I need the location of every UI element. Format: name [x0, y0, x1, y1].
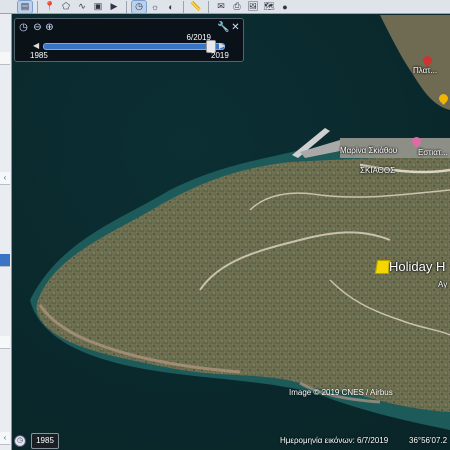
ruler-icon[interactable]: 📏 — [189, 1, 203, 13]
imagery-credit: Image © 2019 CNES / Airbus — [289, 388, 393, 397]
hotel-label[interactable]: Holiday H — [389, 259, 445, 274]
start-year: 1985 — [30, 51, 48, 60]
close-icon[interactable]: ✕ — [230, 22, 241, 33]
toolbar-separator — [183, 0, 184, 13]
settings-wrench-icon[interactable]: 🔧 — [217, 22, 229, 33]
placemark-icon[interactable]: 📍 — [43, 1, 57, 13]
sidebar-tab[interactable] — [0, 52, 10, 65]
previous-arrow-icon[interactable]: ◀ — [33, 41, 39, 50]
harbor-label[interactable]: ΣΚΙΑΘΟΣ — [360, 166, 395, 175]
sunlight-icon[interactable]: ☼ — [148, 1, 162, 13]
clock-icon[interactable]: ◷ — [18, 22, 29, 33]
marina-label[interactable]: Μαρίνα Σκιάθου — [340, 146, 397, 155]
toolbar-separator — [37, 0, 38, 13]
sidebar-toggle-icon[interactable]: ▤ — [17, 0, 33, 14]
imagery-date: Ημερομηνία εικόνων: 6/7/2019 — [280, 436, 389, 445]
poi-label[interactable]: Πλατ... — [413, 66, 437, 75]
restaurant-label[interactable]: Εστιατ... — [418, 148, 448, 157]
print-icon[interactable]: ⎙ — [230, 1, 244, 13]
zoom-out-icon[interactable]: ⊖ — [32, 22, 43, 33]
historical-imagery-icon[interactable]: ◷ — [131, 0, 147, 14]
sidebar-tab[interactable]: ‹ — [0, 432, 10, 445]
sidebar-expand-icon[interactable]: ‹ — [0, 172, 10, 185]
save-image-icon[interactable]: 🖼 — [246, 1, 260, 13]
end-year: 2019 — [211, 51, 229, 60]
sidebar-panel[interactable]: ‹ ‹ — [0, 14, 12, 450]
planets-icon[interactable]: ◐ — [164, 1, 178, 13]
path-icon[interactable]: ∿ — [75, 1, 89, 13]
image-overlay-icon[interactable]: ▣ — [91, 1, 105, 13]
sidebar-tab[interactable] — [0, 336, 10, 349]
sidebar-selected-item[interactable] — [0, 254, 10, 267]
toolbar-separator — [126, 0, 127, 13]
zoom-in-icon[interactable]: ⊕ — [44, 22, 55, 33]
satellite-map[interactable] — [12, 15, 450, 450]
toolbar-separator — [208, 0, 209, 13]
hotel-sublabel: Αγ — [438, 280, 448, 289]
slider-track[interactable] — [43, 43, 225, 50]
earth-icon[interactable]: ● — [278, 1, 292, 13]
tour-icon[interactable]: ▶ — [107, 1, 121, 13]
polygon-icon[interactable]: ⬠ — [59, 1, 73, 13]
year-button[interactable]: 1985 — [31, 433, 59, 449]
email-icon[interactable]: ✉ — [214, 1, 228, 13]
view-in-maps-icon[interactable]: 🗺 — [262, 1, 276, 13]
historical-imagery-slider: ◷ ⊖ ⊕ 🔧 ✕ 6/2019 ◀ ▶ 1985 2019 — [14, 18, 244, 62]
coordinates-readout: 36°56'07.2 — [409, 436, 448, 445]
historical-clock-icon[interactable]: ◷ — [14, 435, 26, 447]
next-arrow-icon[interactable]: ▶ — [219, 41, 225, 50]
google-earth-toolbar: ▤ 📍 ⬠ ∿ ▣ ▶ ◷ ☼ ◐ 📏 ✉ ⎙ 🖼 🗺 ● — [0, 0, 450, 14]
